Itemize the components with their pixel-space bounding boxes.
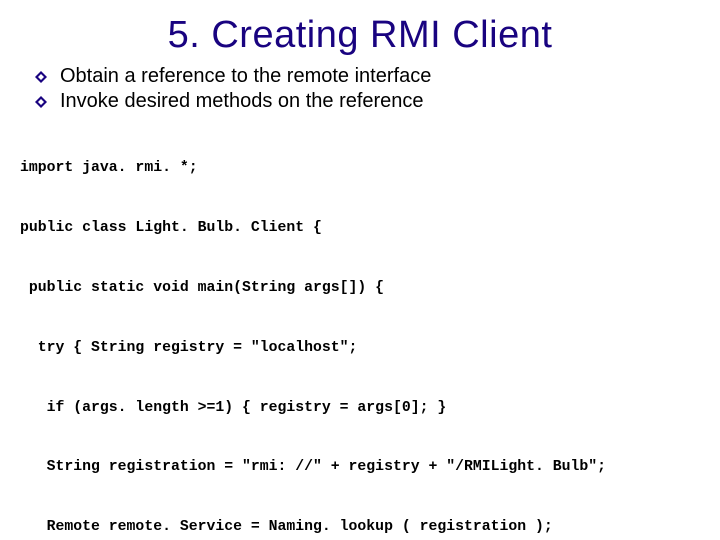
bullet-label: Obtain a reference to the remote interfa… <box>60 65 431 88</box>
bullet-item: Invoke desired methods on the reference <box>34 90 702 113</box>
code-line: import java. rmi. *; <box>20 159 702 179</box>
slide: 5. Creating RMI Client Obtain a referenc… <box>0 0 720 540</box>
bullet-label: Invoke desired methods on the reference <box>60 90 424 113</box>
code-line: public class Light. Bulb. Client { <box>20 219 702 239</box>
code-line: if (args. length >=1) { registry = args[… <box>20 399 702 419</box>
bullet-list: Obtain a reference to the remote interfa… <box>34 65 702 113</box>
diamond-icon <box>34 70 48 84</box>
code-line: public static void main(String args[]) { <box>20 279 702 299</box>
diamond-icon <box>34 95 48 109</box>
code-line: String registration = "rmi: //" + regist… <box>20 458 702 478</box>
code-line: try { String registry = "localhost"; <box>20 339 702 359</box>
code-block: import java. rmi. *; public class Light.… <box>20 119 702 540</box>
code-line: Remote remote. Service = Naming. lookup … <box>20 518 702 538</box>
page-title: 5. Creating RMI Client <box>18 14 702 57</box>
bullet-item: Obtain a reference to the remote interfa… <box>34 65 702 88</box>
